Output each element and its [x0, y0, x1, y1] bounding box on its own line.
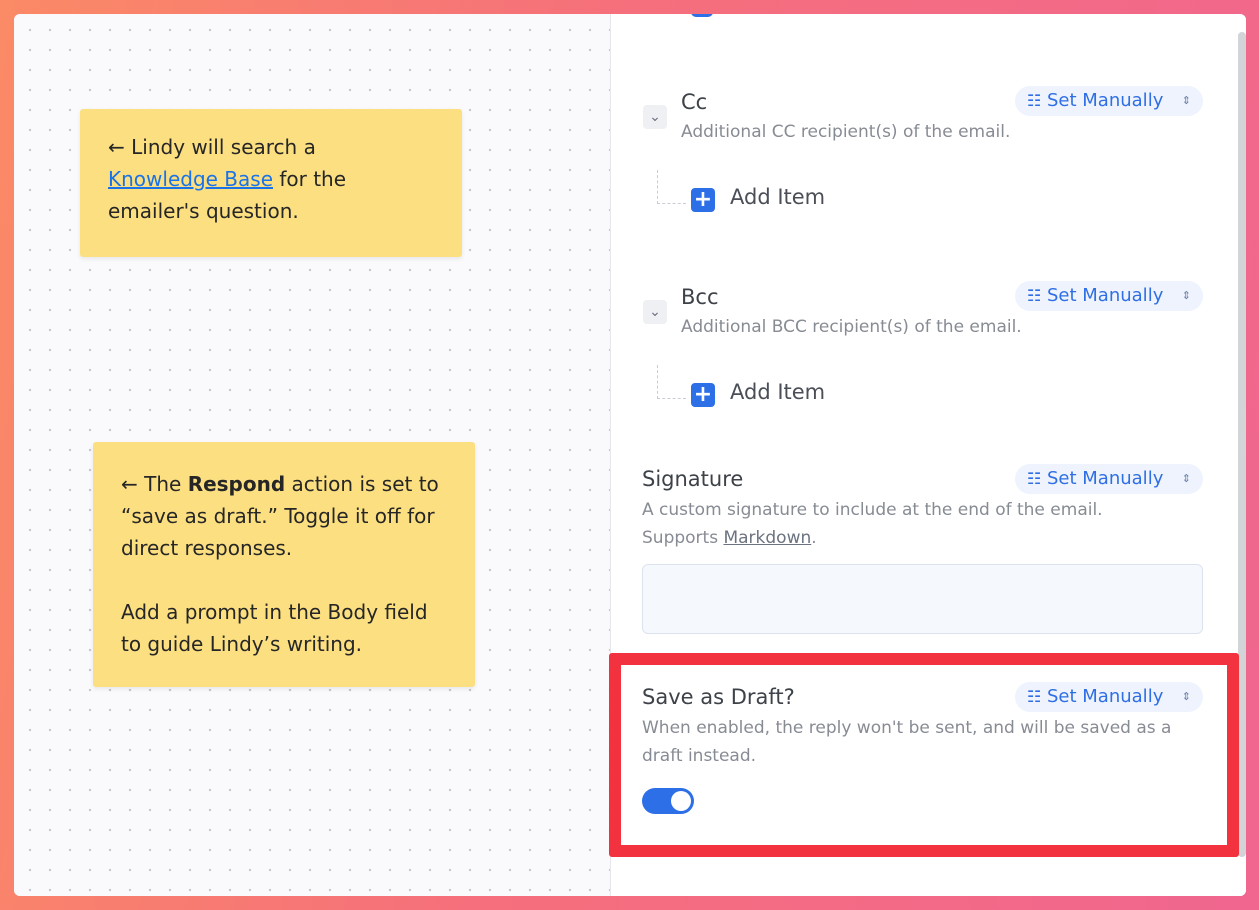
up-down-icon: ⇕	[1181, 472, 1191, 485]
set-label: Set Manually	[1047, 285, 1164, 306]
signature-set-manually-button[interactable]: ☷ Set Manually ⇕	[1015, 464, 1203, 494]
note-text: The	[137, 472, 188, 496]
chevron-down-icon[interactable]: ⌄	[643, 300, 667, 324]
checkbox-partial[interactable]	[691, 14, 713, 17]
note-knowledge-base[interactable]: ← Lindy will search a Knowledge Base for…	[80, 109, 462, 257]
up-down-icon: ⇕	[1181, 289, 1191, 302]
note-respond-action[interactable]: ← The Respond action is set to “save as …	[93, 442, 475, 687]
set-manually-icon: ☷	[1027, 91, 1042, 110]
note-spacer	[121, 564, 447, 596]
app-window: ← Lindy will search a Knowledge Base for…	[14, 14, 1246, 896]
plus-icon: +	[691, 188, 715, 212]
highlight-box	[609, 653, 1239, 857]
up-down-icon: ⇕	[1181, 94, 1191, 107]
set-label: Set Manually	[1047, 468, 1164, 489]
left-arrow-icon: ←	[121, 472, 138, 496]
signature-input[interactable]	[642, 564, 1203, 634]
signature-description: A custom signature to include at the end…	[642, 496, 1162, 552]
cc-description: Additional CC recipient(s) of the email.	[681, 122, 1011, 142]
note-text: Lindy will search a	[124, 135, 316, 159]
workflow-canvas[interactable]: ← Lindy will search a Knowledge Base for…	[14, 14, 611, 896]
signature-title: Signature	[642, 467, 744, 491]
note-respond-text: ← The Respond action is set to “save as …	[121, 468, 447, 564]
set-label: Set Manually	[1047, 90, 1164, 111]
add-item-label: Add Item	[730, 380, 826, 404]
cc-set-manually-button[interactable]: ☷ Set Manually ⇕	[1015, 86, 1203, 116]
bcc-description: Additional BCC recipient(s) of the email…	[681, 317, 1022, 337]
knowledge-base-link[interactable]: Knowledge Base	[108, 167, 273, 191]
set-manually-icon: ☷	[1027, 286, 1042, 305]
scrollbar[interactable]	[1238, 32, 1246, 857]
add-item-label: Add Item	[730, 185, 826, 209]
left-arrow-icon: ←	[108, 135, 125, 159]
period-text: .	[811, 528, 817, 548]
plus-icon: +	[691, 383, 715, 407]
note-knowledge-text: ← Lindy will search a Knowledge Base for…	[108, 131, 434, 227]
tree-connector	[657, 170, 686, 204]
tree-connector	[657, 365, 686, 399]
bcc-set-manually-button[interactable]: ☷ Set Manually ⇕	[1015, 281, 1203, 311]
supports-text: Supports	[642, 528, 724, 548]
signature-desc-text: A custom signature to include at the end…	[642, 500, 1103, 520]
markdown-link[interactable]: Markdown	[723, 528, 811, 548]
bcc-title: Bcc	[681, 285, 719, 309]
cc-title: Cc	[681, 90, 708, 114]
note-body-prompt-text: Add a prompt in the Body field to guide …	[121, 600, 428, 656]
set-manually-icon: ☷	[1027, 469, 1042, 488]
note-bold-text: Respond	[187, 472, 286, 496]
chevron-down-icon[interactable]: ⌄	[643, 105, 667, 129]
